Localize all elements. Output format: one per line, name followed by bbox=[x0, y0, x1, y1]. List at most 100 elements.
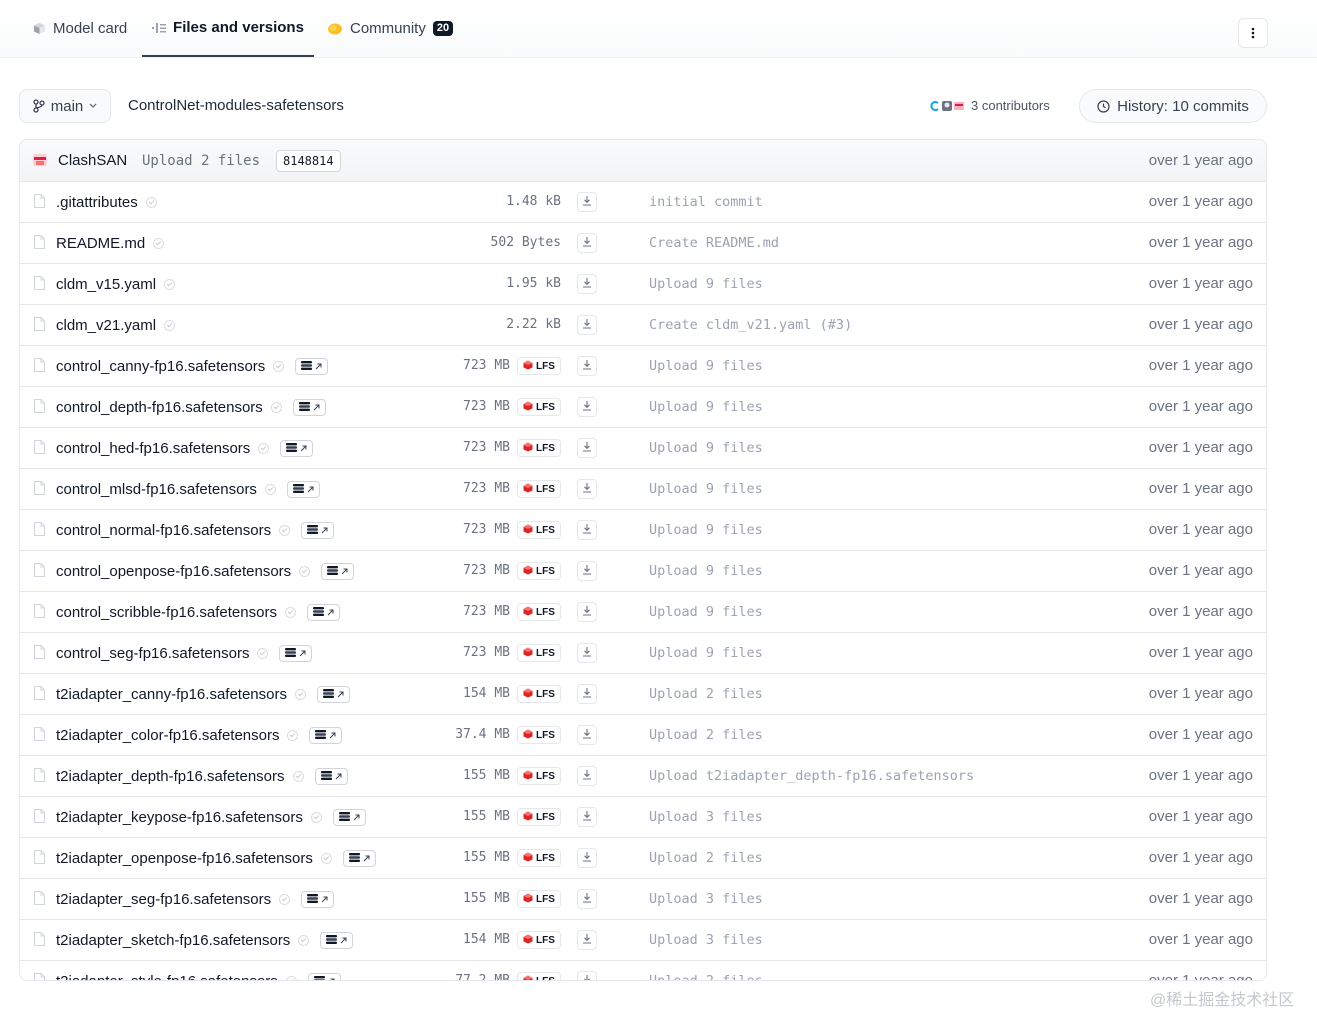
file-row[interactable]: cldm_v21.yaml 2.22 kB Create cldm_v21.yaml… bbox=[20, 305, 1266, 346]
file-row[interactable]: t2iadapter_keypose-fp16.safetensors 155 M… bbox=[20, 797, 1266, 838]
file-row[interactable]: control_mlsd-fp16.safetensors 723 MB LFS Up… bbox=[20, 469, 1266, 510]
file-name-link[interactable]: t2iadapter_sketch-fp16.safetensors bbox=[56, 932, 290, 949]
file-viewer-button[interactable] bbox=[306, 603, 340, 621]
lfs-badge[interactable]: LFS bbox=[517, 439, 561, 457]
history-button[interactable]: History: 10 commits bbox=[1079, 89, 1267, 123]
file-name-link[interactable]: cldm_v21.yaml bbox=[56, 317, 156, 334]
file-name-link[interactable]: control_seg-fp16.safetensors bbox=[56, 645, 249, 662]
safe-check-icon[interactable] bbox=[264, 483, 276, 495]
download-button[interactable] bbox=[577, 766, 597, 786]
download-button[interactable] bbox=[577, 233, 597, 253]
file-viewer-button[interactable] bbox=[286, 480, 320, 498]
download-button[interactable] bbox=[577, 192, 597, 212]
file-commit-message[interactable]: Upload 3 files bbox=[649, 879, 763, 919]
file-name-link[interactable]: .gitattributes bbox=[56, 194, 138, 211]
file-viewer-button[interactable] bbox=[321, 562, 355, 580]
safe-check-icon[interactable] bbox=[284, 606, 296, 618]
file-viewer-button[interactable] bbox=[279, 644, 313, 662]
file-name-link[interactable]: t2iadapter_color-fp16.safetensors bbox=[56, 727, 279, 744]
file-commit-message[interactable]: Upload 9 files bbox=[649, 346, 763, 386]
file-row[interactable]: control_normal-fp16.safetensors 723 MB LFS… bbox=[20, 510, 1266, 551]
file-row[interactable]: control_depth-fp16.safetensors 723 MB LFS U… bbox=[20, 387, 1266, 428]
download-button[interactable] bbox=[577, 356, 597, 376]
download-button[interactable] bbox=[577, 315, 597, 335]
file-row[interactable]: .gitattributes 1.48 kB initial commit over … bbox=[20, 182, 1266, 223]
safe-check-icon[interactable] bbox=[145, 196, 157, 208]
download-button[interactable] bbox=[577, 397, 597, 417]
tab-community[interactable]: Community 20 bbox=[327, 0, 454, 57]
lfs-badge[interactable]: LFS bbox=[517, 972, 561, 980]
file-name-link[interactable]: control_openpose-fp16.safetensors bbox=[56, 563, 291, 580]
branch-selector[interactable]: main bbox=[19, 89, 111, 123]
file-name-link[interactable]: README.md bbox=[56, 235, 145, 252]
safe-check-icon[interactable] bbox=[287, 729, 299, 741]
file-name-link[interactable]: control_normal-fp16.safetensors bbox=[56, 522, 271, 539]
file-viewer-button[interactable] bbox=[332, 808, 366, 826]
download-button[interactable] bbox=[577, 520, 597, 540]
file-commit-message[interactable]: Upload 9 files bbox=[649, 469, 763, 509]
safe-check-icon[interactable] bbox=[279, 893, 291, 905]
file-name-link[interactable]: cldm_v15.yaml bbox=[56, 276, 156, 293]
safe-check-icon[interactable] bbox=[320, 852, 332, 864]
file-row[interactable]: t2iadapter_seg-fp16.safetensors 155 MB LFS… bbox=[20, 879, 1266, 920]
file-commit-message[interactable]: Upload 9 files bbox=[649, 592, 763, 632]
file-name-link[interactable]: control_canny-fp16.safetensors bbox=[56, 358, 265, 375]
contributors-link[interactable]: 3 contributors bbox=[929, 98, 1050, 113]
file-commit-message[interactable]: Upload 2 files bbox=[649, 961, 763, 980]
file-row[interactable]: control_hed-fp16.safetensors 723 MB LFS Upl… bbox=[20, 428, 1266, 469]
lfs-badge[interactable]: LFS bbox=[517, 726, 561, 744]
safe-check-icon[interactable] bbox=[298, 934, 310, 946]
file-viewer-button[interactable] bbox=[280, 439, 314, 457]
file-viewer-button[interactable] bbox=[309, 726, 343, 744]
file-commit-message[interactable]: Upload 9 files bbox=[649, 428, 763, 468]
lfs-badge[interactable]: LFS bbox=[517, 685, 561, 703]
commit-message[interactable]: Upload 2 files bbox=[142, 153, 260, 169]
download-button[interactable] bbox=[577, 684, 597, 704]
download-button[interactable] bbox=[577, 274, 597, 294]
file-row[interactable]: README.md 502 Bytes Create README.md over 1… bbox=[20, 223, 1266, 264]
download-button[interactable] bbox=[577, 725, 597, 745]
tab-model-card[interactable]: Model card bbox=[33, 0, 127, 57]
lfs-badge[interactable]: LFS bbox=[517, 521, 561, 539]
file-row[interactable]: cldm_v15.yaml 1.95 kB Upload 9 files over 1… bbox=[20, 264, 1266, 305]
safe-check-icon[interactable] bbox=[299, 565, 311, 577]
lfs-badge[interactable]: LFS bbox=[517, 480, 561, 498]
file-commit-message[interactable]: Upload 2 files bbox=[649, 674, 763, 714]
file-viewer-button[interactable] bbox=[301, 521, 335, 539]
lfs-badge[interactable]: LFS bbox=[517, 890, 561, 908]
safe-check-icon[interactable] bbox=[257, 647, 269, 659]
file-name-link[interactable]: t2iadapter_seg-fp16.safetensors bbox=[56, 891, 271, 908]
lfs-badge[interactable]: LFS bbox=[517, 357, 561, 375]
file-viewer-button[interactable] bbox=[292, 398, 326, 416]
commit-sha[interactable]: 8148814 bbox=[276, 150, 341, 172]
lfs-badge[interactable]: LFS bbox=[517, 398, 561, 416]
file-name-link[interactable]: t2iadapter_keypose-fp16.safetensors bbox=[56, 809, 303, 826]
safe-check-icon[interactable] bbox=[164, 319, 176, 331]
safe-check-icon[interactable] bbox=[153, 237, 165, 249]
file-row[interactable]: t2iadapter_canny-fp16.safetensors 154 MB L… bbox=[20, 674, 1266, 715]
file-name-link[interactable]: control_depth-fp16.safetensors bbox=[56, 399, 263, 416]
download-button[interactable] bbox=[577, 971, 597, 980]
file-row[interactable]: control_canny-fp16.safetensors 723 MB LFS U… bbox=[20, 346, 1266, 387]
safe-check-icon[interactable] bbox=[258, 442, 270, 454]
file-row[interactable]: control_seg-fp16.safetensors 723 MB LFS Upl… bbox=[20, 633, 1266, 674]
file-name-link[interactable]: t2iadapter_openpose-fp16.safetensors bbox=[56, 850, 313, 867]
download-button[interactable] bbox=[577, 438, 597, 458]
file-row[interactable]: t2iadapter_sketch-fp16.safetensors 154 MB… bbox=[20, 920, 1266, 961]
download-button[interactable] bbox=[577, 602, 597, 622]
file-commit-message[interactable]: initial commit bbox=[649, 182, 763, 222]
tab-files-and-versions[interactable]: Files and versions bbox=[142, 0, 314, 57]
file-viewer-button[interactable] bbox=[307, 972, 341, 980]
file-commit-message[interactable]: Upload t2iadapter_depth-fp16.safetensors bbox=[649, 756, 974, 796]
file-viewer-button[interactable] bbox=[316, 685, 350, 703]
file-commit-message[interactable]: Upload 3 files bbox=[649, 920, 763, 960]
more-options-button[interactable] bbox=[1238, 18, 1268, 48]
file-commit-message[interactable]: Upload 2 files bbox=[649, 838, 763, 878]
download-button[interactable] bbox=[577, 479, 597, 499]
lfs-badge[interactable]: LFS bbox=[517, 849, 561, 867]
file-viewer-button[interactable] bbox=[342, 849, 376, 867]
file-commit-message[interactable]: Upload 9 files bbox=[649, 551, 763, 591]
file-row[interactable]: t2iadapter_style-fp16.safetensors 77.2 MB… bbox=[20, 961, 1266, 980]
safe-check-icon[interactable] bbox=[294, 688, 306, 700]
file-viewer-button[interactable] bbox=[320, 931, 354, 949]
